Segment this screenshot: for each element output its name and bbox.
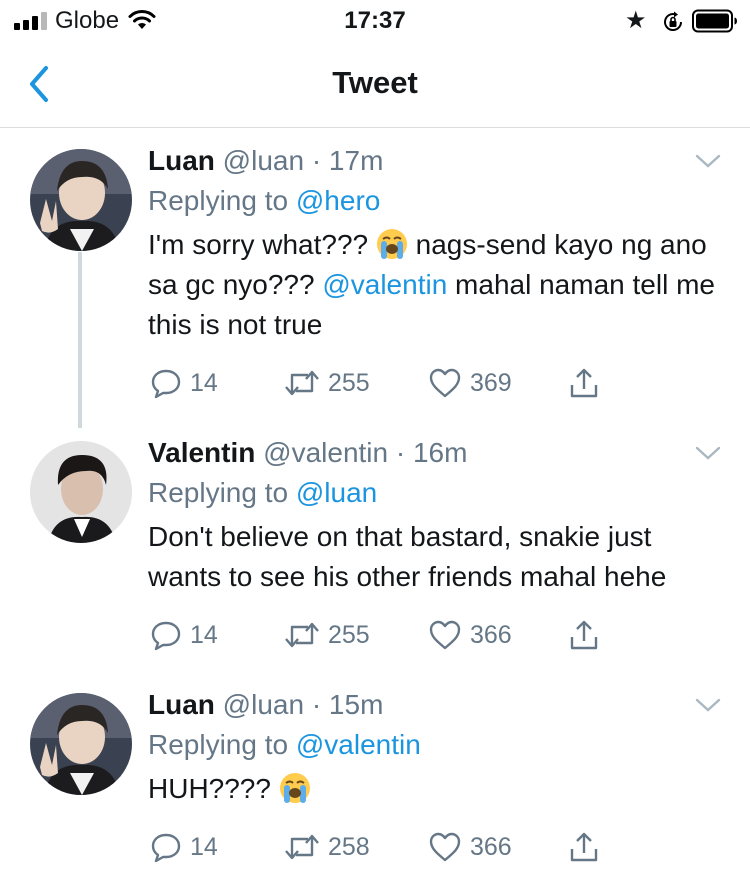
- tweet-actions: 14 255 369: [150, 365, 630, 405]
- heart-icon: [429, 832, 461, 862]
- retweet-count: 255: [328, 621, 370, 649]
- mention-link[interactable]: @valentin: [296, 729, 421, 760]
- tweet-text-part: HUH????: [148, 773, 279, 804]
- rotation-lock-icon: [664, 11, 683, 31]
- like-button[interactable]: 369: [428, 365, 528, 401]
- reply-icon: [151, 369, 181, 399]
- tweet-time: · 17m: [311, 145, 384, 176]
- reply-button[interactable]: 14: [150, 829, 230, 865]
- like-count: 369: [470, 369, 512, 397]
- reply-icon: [151, 833, 181, 863]
- nav-bar: Tweet: [0, 40, 750, 128]
- tweet[interactable]: Luan @luan · 17m Replying to @hero I'm s…: [0, 145, 750, 425]
- heart-icon: [429, 620, 461, 650]
- reply-button[interactable]: 14: [150, 365, 230, 401]
- chevron-down-icon[interactable]: [695, 697, 721, 713]
- replying-to: Replying to @valentin: [148, 729, 421, 761]
- star-icon: ★: [625, 7, 647, 34]
- replying-to: Replying to @luan: [148, 477, 377, 509]
- reply-count: 14: [190, 621, 218, 649]
- user-handle[interactable]: @valentin: [263, 437, 388, 468]
- share-button[interactable]: [568, 617, 602, 653]
- tweet-header: Valentin @valentin · 16m: [148, 437, 467, 469]
- display-name[interactable]: Luan: [148, 145, 215, 176]
- like-count: 366: [470, 621, 512, 649]
- tweet[interactable]: Luan @luan · 15m Replying to @valentin H…: [0, 689, 750, 875]
- avatar[interactable]: [30, 149, 132, 251]
- share-icon: [570, 368, 598, 398]
- replying-label: Replying to: [148, 729, 289, 760]
- avatar[interactable]: [30, 693, 132, 795]
- loudly-crying-face-icon: [279, 773, 310, 803]
- user-handle[interactable]: @luan: [223, 145, 304, 176]
- tweet-actions: 14 258 366: [150, 829, 630, 869]
- tweet-time: · 16m: [395, 437, 468, 468]
- chevron-down-icon[interactable]: [695, 445, 721, 461]
- like-button[interactable]: 366: [428, 829, 528, 865]
- tweet-text: Don't believe on that bastard, snakie ju…: [148, 521, 667, 592]
- reply-icon: [151, 621, 181, 651]
- tweet-header: Luan @luan · 15m: [148, 689, 383, 721]
- share-icon: [570, 832, 598, 862]
- mention-link[interactable]: @valentin: [322, 269, 447, 300]
- reply-button[interactable]: 14: [150, 617, 230, 653]
- like-count: 366: [470, 833, 512, 861]
- status-bar: Globe 17:37 ★: [0, 0, 750, 40]
- tweet-text-part: I'm sorry what???: [148, 229, 376, 260]
- tweet-header: Luan @luan · 17m: [148, 145, 383, 177]
- page-title: Tweet: [332, 65, 418, 100]
- tweet-text: HUH????: [148, 769, 728, 809]
- replying-label: Replying to: [148, 477, 289, 508]
- user-handle[interactable]: @luan: [223, 689, 304, 720]
- display-name[interactable]: Valentin: [148, 437, 255, 468]
- like-button[interactable]: 366: [428, 617, 528, 653]
- retweet-button[interactable]: 255: [284, 365, 384, 401]
- heart-icon: [429, 368, 461, 398]
- share-button[interactable]: [568, 829, 602, 865]
- mention-link[interactable]: @luan: [296, 477, 377, 508]
- tweet[interactable]: Valentin @valentin · 16m Replying to @lu…: [0, 437, 750, 677]
- share-button[interactable]: [568, 365, 602, 401]
- retweet-count: 258: [328, 833, 370, 861]
- retweet-button[interactable]: 258: [284, 829, 384, 865]
- avatar[interactable]: [30, 441, 132, 543]
- replying-label: Replying to: [148, 185, 289, 216]
- tweet-actions: 14 255 366: [150, 617, 630, 657]
- replying-to: Replying to @hero: [148, 185, 380, 217]
- share-icon: [570, 620, 598, 650]
- mention-link[interactable]: @hero: [296, 185, 380, 216]
- retweet-count: 255: [328, 369, 370, 397]
- retweet-icon: [285, 370, 319, 396]
- retweet-icon: [285, 834, 319, 860]
- display-name[interactable]: Luan: [148, 689, 215, 720]
- reply-count: 14: [190, 833, 218, 861]
- tweet-time: · 15m: [311, 689, 384, 720]
- loudly-crying-face-icon: [376, 229, 407, 259]
- retweet-button[interactable]: 255: [284, 617, 384, 653]
- chevron-down-icon[interactable]: [695, 153, 721, 169]
- tweet-text: I'm sorry what??? nags-send kayo ng ano …: [148, 225, 728, 345]
- battery-icon: [692, 9, 737, 33]
- retweet-icon: [285, 622, 319, 648]
- reply-count: 14: [190, 369, 218, 397]
